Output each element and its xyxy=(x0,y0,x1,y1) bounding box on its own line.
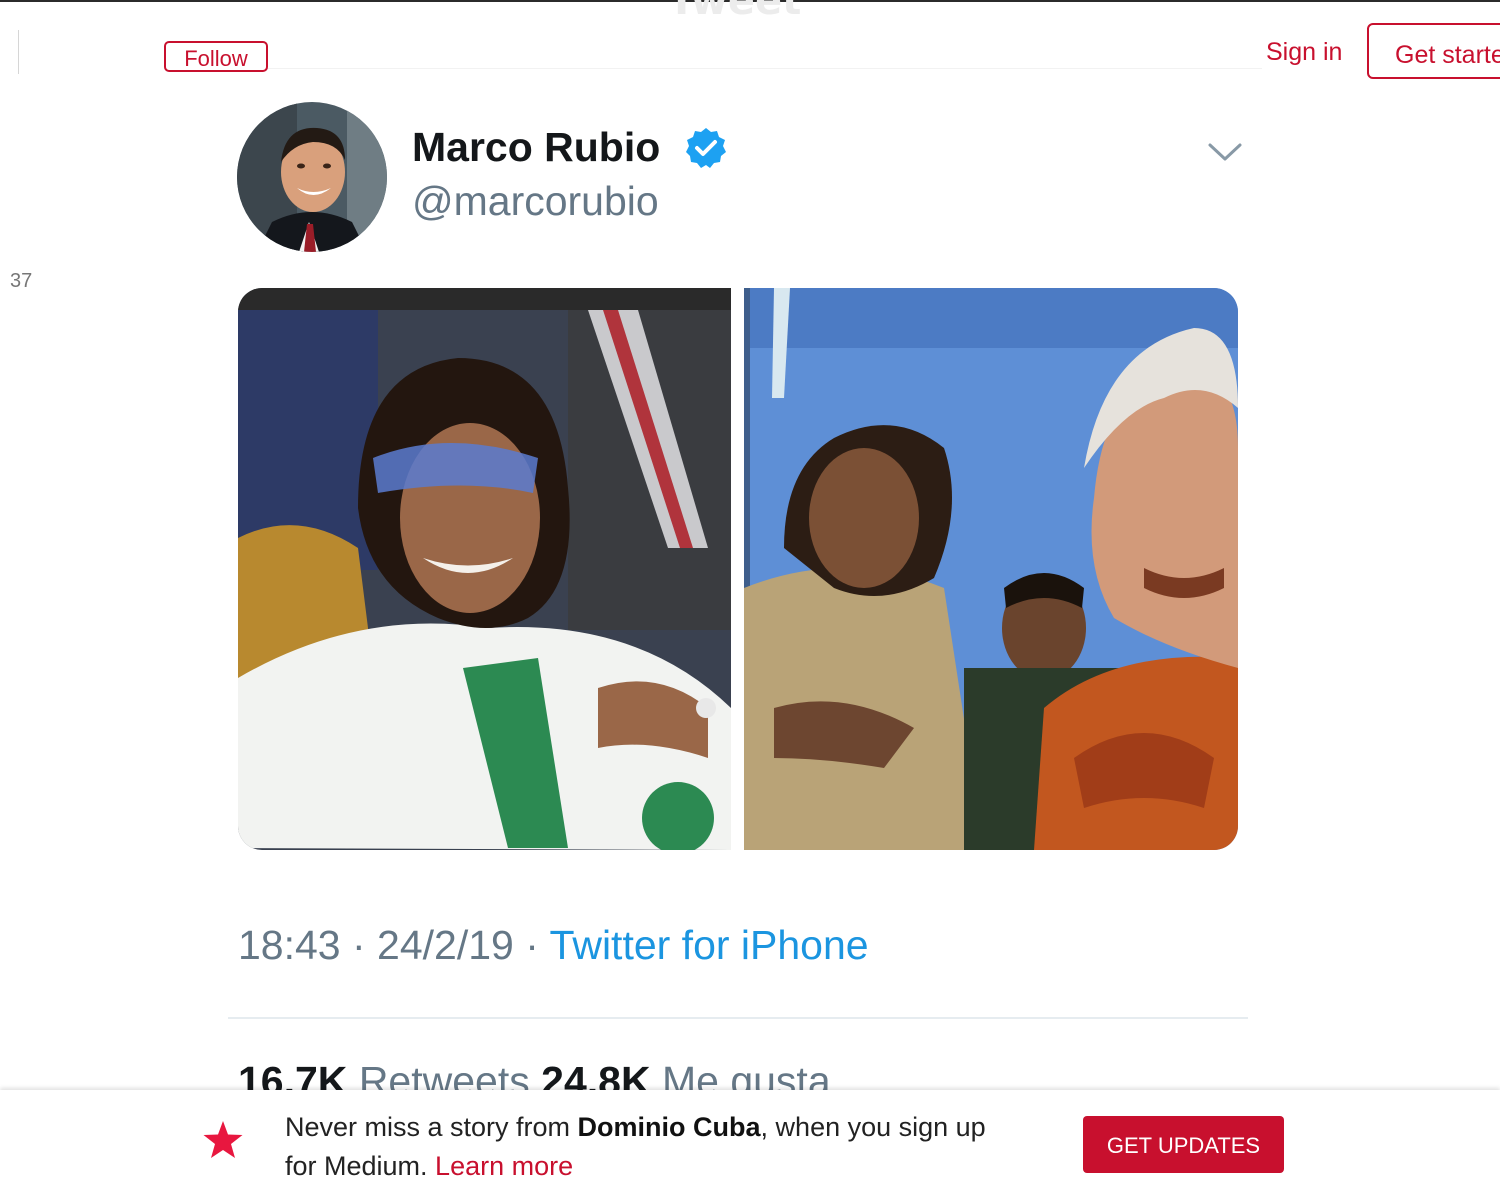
tweet-source-link[interactable]: Twitter for iPhone xyxy=(550,922,869,968)
sign-in-link[interactable]: Sign in xyxy=(1266,38,1342,67)
tweet-photo-1[interactable] xyxy=(238,288,731,850)
star-icon xyxy=(201,1118,245,1162)
tweet-media[interactable] xyxy=(238,288,1238,850)
background-tweet-title: Tweet xyxy=(668,0,802,24)
get-updates-button[interactable]: GET UPDATES xyxy=(1083,1116,1284,1173)
learn-more-link[interactable]: Learn more xyxy=(435,1151,573,1181)
left-divider xyxy=(18,30,19,74)
get-started-button[interactable]: Get starte xyxy=(1367,23,1500,79)
follow-button[interactable]: Follow xyxy=(164,41,268,72)
tweet-date[interactable]: 24/2/19 xyxy=(377,922,514,968)
meta-separator: · xyxy=(513,922,550,968)
banner-text-before: Never miss a story from xyxy=(285,1112,578,1142)
meta-separator: · xyxy=(340,922,378,968)
tweet-photo-2[interactable] xyxy=(744,288,1238,850)
verified-badge-icon xyxy=(685,127,727,169)
tweet-divider xyxy=(228,1017,1248,1019)
author-name[interactable]: Marco Rubio xyxy=(412,124,660,171)
author-handle[interactable]: @marcorubio xyxy=(412,178,659,225)
chevron-down-icon[interactable] xyxy=(1205,138,1245,166)
banner-message: Never miss a story from Dominio Cuba, wh… xyxy=(285,1108,1005,1186)
tweet-meta: 18:43 · 24/2/19 · Twitter for iPhone xyxy=(238,922,869,969)
header-divider xyxy=(232,68,1262,69)
tweet-time[interactable]: 18:43 xyxy=(238,922,341,968)
publication-name: Dominio Cuba xyxy=(577,1112,761,1142)
avatar[interactable] xyxy=(237,102,387,252)
side-counter: 37 xyxy=(10,270,33,292)
subscribe-banner: Never miss a story from Dominio Cuba, wh… xyxy=(0,1090,1500,1200)
